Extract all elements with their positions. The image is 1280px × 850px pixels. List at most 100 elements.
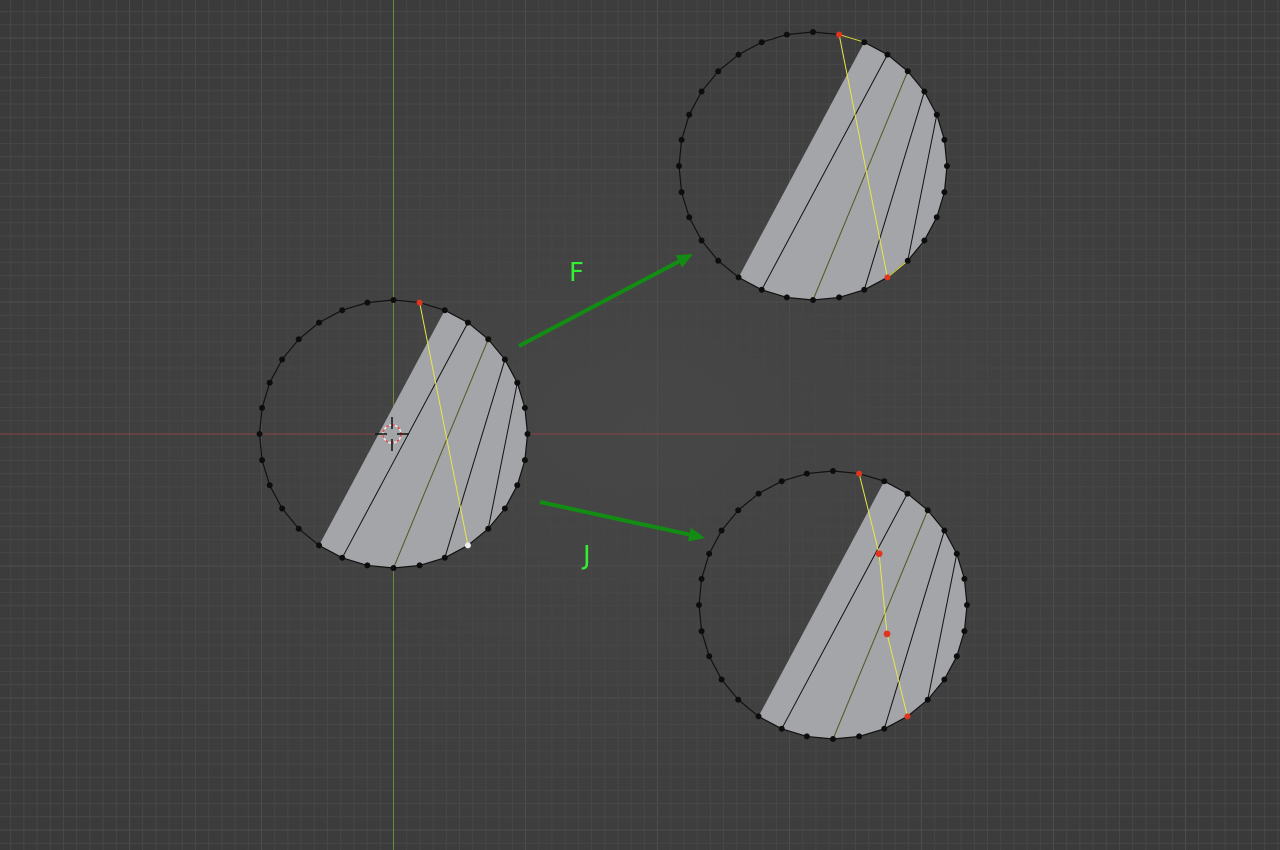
mesh-vertex[interactable] [416, 562, 423, 569]
mesh-vertex[interactable] [830, 468, 836, 474]
mesh-vertex[interactable] [686, 111, 693, 118]
mesh-vertex[interactable] [735, 507, 742, 514]
mesh-vertex[interactable] [501, 356, 508, 363]
mesh-vertex[interactable] [803, 733, 810, 740]
mesh-vertex[interactable] [698, 88, 705, 95]
mesh-vertex[interactable] [485, 336, 492, 343]
mesh-vertex[interactable] [279, 505, 286, 512]
mesh-vertex[interactable] [944, 163, 950, 169]
mesh-vertex[interactable] [735, 274, 742, 281]
mesh-vertex[interactable] [696, 602, 702, 608]
mesh-vertex[interactable] [521, 457, 528, 464]
mesh-vertex[interactable] [836, 294, 843, 301]
mesh-vertex[interactable] [514, 379, 521, 386]
mesh-vertex[interactable] [778, 725, 785, 732]
mesh-vertex[interactable] [755, 490, 762, 497]
mesh-vertex[interactable] [464, 319, 471, 326]
mesh-vertex[interactable] [364, 299, 371, 306]
3d-viewport[interactable]: F J [0, 0, 1280, 850]
mesh-vertex[interactable] [810, 29, 816, 35]
selected-vertex[interactable] [884, 274, 891, 281]
mesh-vertex[interactable] [941, 527, 948, 534]
mesh-vertex[interactable] [390, 565, 397, 571]
mesh-vertex[interactable] [259, 404, 266, 411]
mesh-vertex[interactable] [524, 431, 531, 437]
mesh-vertex[interactable] [501, 505, 508, 512]
mesh-vertex[interactable] [706, 653, 713, 660]
mesh-vertex[interactable] [941, 676, 948, 683]
mesh-vertex[interactable] [755, 713, 762, 720]
mesh-vertex[interactable] [485, 525, 492, 532]
selected-vertex[interactable] [856, 470, 863, 477]
mesh-vertex[interactable] [364, 562, 371, 569]
fill-result-mesh[interactable] [676, 29, 950, 303]
selected-vertex[interactable] [875, 550, 883, 558]
mesh-vertex[interactable] [698, 628, 705, 635]
mesh-vertex[interactable] [921, 88, 928, 95]
mesh-vertex[interactable] [861, 286, 868, 293]
mesh-vertex[interactable] [881, 725, 888, 732]
mesh-vertex[interactable] [933, 214, 940, 221]
mesh-vertex[interactable] [884, 51, 891, 58]
mesh-vertex[interactable] [735, 51, 742, 58]
mesh-vertex[interactable] [810, 297, 816, 303]
mesh-vertex[interactable] [316, 319, 323, 326]
mesh-vertex[interactable] [904, 257, 911, 264]
mesh-vertex[interactable] [279, 356, 286, 363]
mesh-vertex[interactable] [904, 490, 911, 497]
mesh-vertex[interactable] [861, 39, 868, 46]
mesh-vertex[interactable] [803, 470, 810, 477]
mesh-vertex[interactable] [961, 575, 968, 582]
mesh-vertex[interactable] [830, 736, 836, 742]
mesh-vertex[interactable] [339, 554, 346, 561]
selected-vertex[interactable] [416, 299, 423, 306]
mesh-vertex[interactable] [698, 575, 705, 582]
mesh-vertex[interactable] [686, 214, 693, 221]
mesh-vertex[interactable] [676, 163, 682, 169]
mesh-vertex[interactable] [715, 257, 722, 264]
mesh-vertex[interactable] [933, 111, 940, 118]
mesh-vertex[interactable] [316, 542, 323, 549]
mesh-vertex[interactable] [961, 628, 968, 635]
selected-vertex[interactable] [883, 630, 891, 638]
mesh-vertex[interactable] [924, 696, 931, 703]
mesh-vertex[interactable] [266, 482, 273, 489]
mesh-vertex[interactable] [698, 237, 705, 244]
viewport-canvas[interactable] [0, 0, 1280, 850]
mesh-vertex[interactable] [339, 307, 346, 314]
mesh-vertex[interactable] [953, 550, 960, 557]
mesh-vertex[interactable] [953, 653, 960, 660]
mesh-vertex[interactable] [295, 525, 302, 532]
active-vertex[interactable] [464, 542, 471, 549]
mesh-vertex[interactable] [735, 696, 742, 703]
mesh-vertex[interactable] [758, 286, 765, 293]
mesh-vertex[interactable] [441, 307, 448, 314]
mesh-vertex[interactable] [718, 527, 725, 534]
mesh-vertex[interactable] [904, 68, 911, 75]
mesh-vertex[interactable] [678, 136, 685, 143]
mesh-vertex[interactable] [921, 237, 928, 244]
mesh-vertex[interactable] [390, 297, 397, 303]
mesh-vertex[interactable] [295, 336, 302, 343]
mesh-vertex[interactable] [718, 676, 725, 683]
mesh-vertex[interactable] [266, 379, 273, 386]
mesh-vertex[interactable] [678, 189, 685, 196]
mesh-vertex[interactable] [881, 478, 888, 485]
mesh-vertex[interactable] [941, 136, 948, 143]
mesh-vertex[interactable] [441, 554, 448, 561]
mesh-vertex[interactable] [706, 550, 713, 557]
mesh-vertex[interactable] [259, 457, 266, 464]
mesh-vertex[interactable] [941, 189, 948, 196]
selected-vertex[interactable] [904, 713, 911, 720]
mesh-vertex[interactable] [514, 482, 521, 489]
mesh-vertex[interactable] [924, 507, 931, 514]
mesh-vertex[interactable] [783, 294, 790, 301]
mesh-vertex[interactable] [521, 404, 528, 411]
mesh-vertex[interactable] [758, 39, 765, 46]
mesh-vertex[interactable] [856, 733, 863, 740]
selected-vertex[interactable] [836, 31, 843, 38]
mesh-vertex[interactable] [778, 478, 785, 485]
mesh-vertex[interactable] [783, 31, 790, 38]
mesh-vertex[interactable] [256, 431, 263, 437]
mesh-vertex[interactable] [715, 68, 722, 75]
